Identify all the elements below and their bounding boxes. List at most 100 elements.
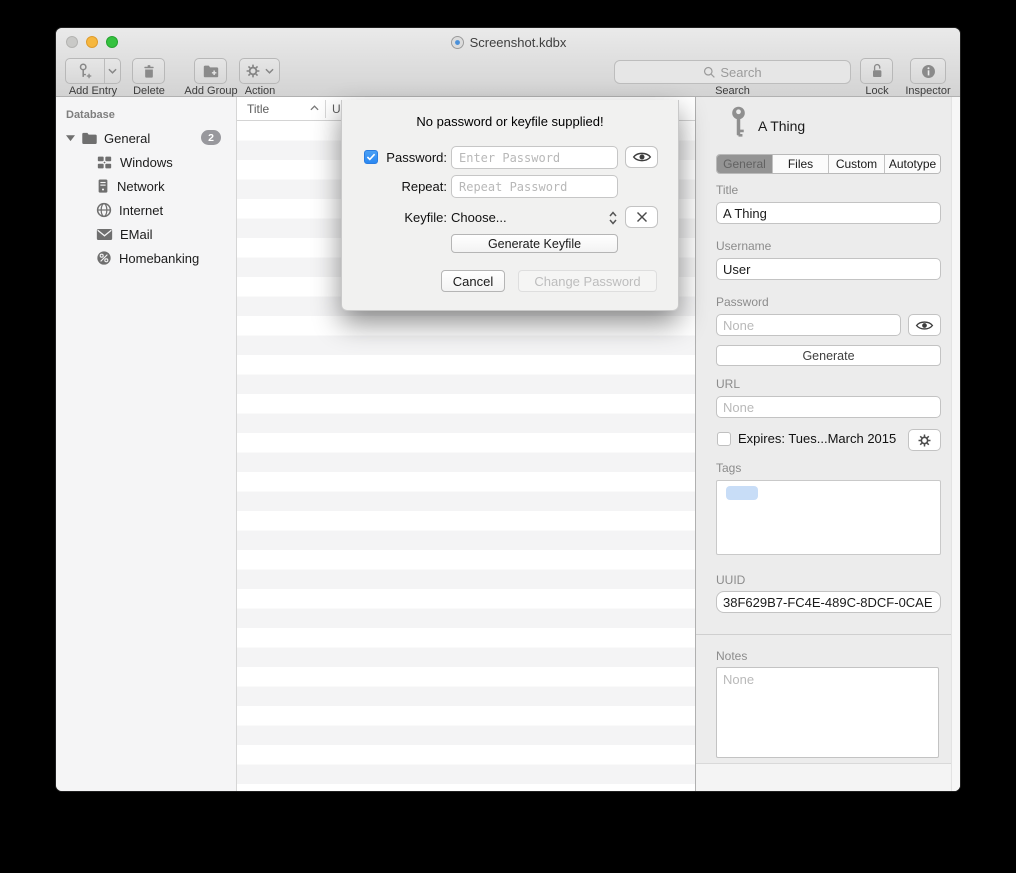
repeat-label: Repeat:	[381, 179, 447, 194]
column-divider[interactable]	[325, 100, 326, 118]
uuid-field-label: UUID	[716, 573, 745, 587]
generate-password-button[interactable]: Generate	[716, 345, 941, 366]
column-header-title[interactable]: Title	[247, 102, 269, 116]
change-password-sheet: No password or keyfile supplied! Passwor…	[341, 100, 679, 311]
title-field-label: Title	[716, 183, 738, 197]
add-entry-label: Add Entry	[56, 85, 136, 97]
window-chrome: Screenshot.kdbx Add Entry Delete Add	[56, 28, 960, 97]
stepper-icon	[608, 211, 618, 225]
username-field-label: Username	[716, 239, 771, 253]
add-entry-button[interactable]	[65, 58, 121, 84]
inspector-label: Inspector	[900, 85, 956, 97]
column-header-username[interactable]: U	[332, 102, 341, 116]
inspector-panel: A Thing General Files Custom Autotype Ti…	[695, 97, 960, 791]
gear-icon	[917, 433, 932, 448]
username-field[interactable]	[716, 258, 941, 280]
envelope-icon	[96, 228, 113, 241]
tab-custom[interactable]: Custom	[829, 155, 885, 173]
key-icon	[728, 105, 749, 142]
chevron-down-icon	[265, 68, 274, 74]
sidebar-item-label: EMail	[120, 227, 153, 242]
titlebar: Screenshot.kdbx	[56, 28, 960, 56]
password-label: Password:	[381, 150, 447, 165]
unlock-icon	[869, 62, 885, 80]
lock-button[interactable]	[860, 58, 893, 84]
notes-field-label: Notes	[716, 649, 747, 663]
key-plus-icon	[66, 62, 104, 80]
sidebar-item-label: Homebanking	[119, 251, 199, 266]
title-field[interactable]	[716, 202, 941, 224]
sidebar-item-internet[interactable]: Internet	[56, 198, 236, 222]
eye-icon	[632, 150, 652, 164]
clear-keyfile-button[interactable]	[625, 206, 658, 228]
action-label: Action	[236, 85, 284, 97]
password-enabled-checkbox[interactable]	[364, 150, 378, 164]
url-field[interactable]	[716, 396, 941, 418]
keyfile-popup[interactable]: Choose...	[451, 206, 618, 229]
inspector-tabs: General Files Custom Autotype	[716, 154, 941, 174]
inspector-scrollbar[interactable]	[951, 97, 960, 791]
group-count-badge: 2	[201, 130, 221, 145]
generate-keyfile-button[interactable]: Generate Keyfile	[451, 234, 618, 253]
gear-icon	[245, 63, 261, 79]
sidebar-item-homebanking[interactable]: Homebanking	[56, 246, 236, 270]
search-input[interactable]: Search	[614, 60, 851, 84]
chevron-down-icon[interactable]	[105, 68, 120, 74]
tab-general[interactable]: General	[717, 155, 773, 173]
keyfile-label: Keyfile:	[381, 210, 447, 225]
show-password-button[interactable]	[625, 146, 658, 168]
tags-field-label: Tags	[716, 461, 741, 475]
tags-box[interactable]	[716, 480, 941, 555]
windows-icon	[96, 155, 113, 170]
info-icon	[920, 63, 937, 80]
new-password-input[interactable]	[451, 146, 618, 169]
window-title: Screenshot.kdbx	[470, 35, 567, 50]
sidebar-item-network[interactable]: Network	[56, 174, 236, 198]
sheet-message: No password or keyfile supplied!	[342, 114, 678, 129]
tab-autotype[interactable]: Autotype	[885, 155, 940, 173]
percent-icon	[96, 250, 112, 266]
sidebar-item-label: Internet	[119, 203, 163, 218]
sidebar-item-windows[interactable]: Windows	[56, 150, 236, 174]
action-button[interactable]	[239, 58, 280, 84]
sidebar-section-header: Database	[56, 109, 236, 126]
uuid-field[interactable]	[716, 591, 941, 613]
change-password-button[interactable]: Change Password	[518, 270, 657, 292]
show-password-button[interactable]	[908, 314, 941, 336]
entry-title: A Thing	[758, 118, 805, 134]
add-group-label: Add Group	[177, 85, 245, 97]
server-icon	[96, 178, 110, 194]
repeat-password-input[interactable]	[451, 175, 618, 198]
disclosure-triangle-icon[interactable]	[66, 134, 75, 142]
sidebar-item-general[interactable]: General 2	[56, 126, 236, 150]
search-label: Search	[614, 85, 851, 97]
folder-icon	[81, 131, 98, 145]
expires-checkbox[interactable]	[717, 432, 731, 446]
notes-field[interactable]	[716, 667, 939, 758]
folder-plus-icon	[202, 63, 220, 79]
sidebar-item-email[interactable]: EMail	[56, 222, 236, 246]
inspector-button[interactable]	[910, 58, 946, 84]
add-group-button[interactable]	[194, 58, 227, 84]
trash-icon	[141, 63, 157, 80]
search-placeholder: Search	[720, 65, 761, 80]
cancel-button[interactable]: Cancel	[441, 270, 505, 292]
sidebar: Database General 2 Windows	[56, 97, 237, 791]
url-field-label: URL	[716, 377, 740, 391]
document-icon	[450, 35, 465, 50]
eye-icon	[915, 319, 934, 332]
sort-ascending-icon	[310, 105, 319, 111]
notes-divider	[696, 634, 960, 635]
sidebar-item-label: Network	[117, 179, 165, 194]
tag-chip[interactable]	[726, 486, 758, 500]
inspector-footer	[696, 763, 960, 791]
sidebar-item-label: Windows	[120, 155, 173, 170]
keyfile-popup-value: Choose...	[451, 210, 608, 225]
lock-label: Lock	[853, 85, 901, 97]
expires-settings-button[interactable]	[908, 429, 941, 451]
tab-files[interactable]: Files	[773, 155, 829, 173]
password-field[interactable]	[716, 314, 901, 336]
search-icon	[703, 66, 716, 79]
delete-button[interactable]	[132, 58, 165, 84]
sidebar-item-label: General	[104, 131, 150, 146]
